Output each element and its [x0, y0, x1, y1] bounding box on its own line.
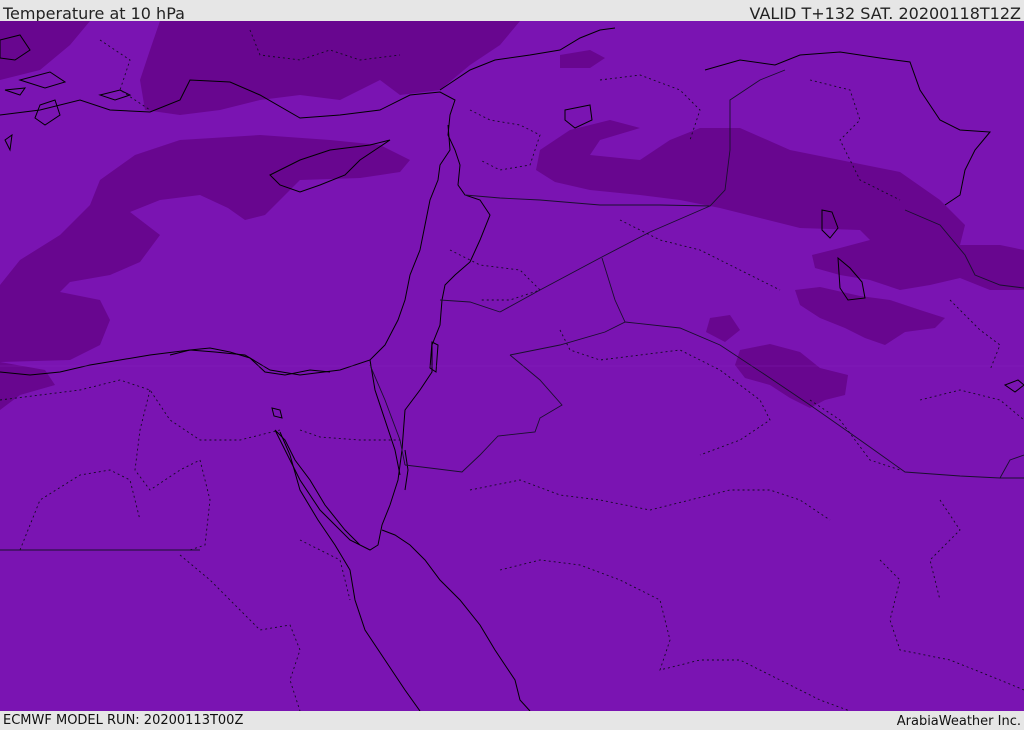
credit-text: ArabiaWeather Inc.	[896, 714, 1021, 729]
weather-map[interactable]	[0, 21, 1024, 711]
footer-bar: ECMWF MODEL RUN: 20200113T00Z ArabiaWeat…	[0, 711, 1024, 729]
header-bar: Temperature at 10 hPa VALID T+132 SAT. 2…	[0, 0, 1024, 23]
model-run: ECMWF MODEL RUN: 20200113T00Z	[3, 713, 244, 728]
